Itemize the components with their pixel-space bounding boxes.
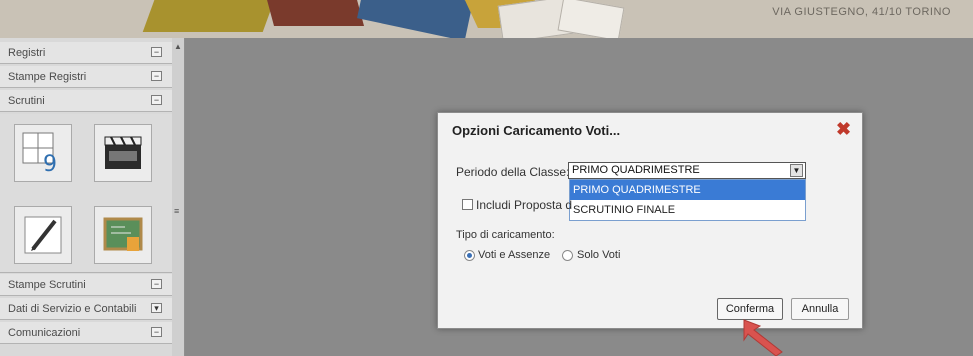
sidebar-item-label: Scrutini [8, 95, 45, 107]
close-icon[interactable]: ✖ [836, 119, 851, 140]
periodo-label: Periodo della Classe: [456, 165, 570, 179]
banner-paper-decoration [557, 0, 625, 38]
dropdown-option-scrutinio-finale[interactable]: SCRUTINIO FINALE [570, 200, 805, 220]
tile-pencil[interactable] [14, 206, 72, 264]
collapse-icon[interactable]: − [151, 327, 162, 337]
sidebar-item-stampe-registri[interactable]: Stampe Registri − [0, 66, 172, 88]
tile-voti[interactable]: 9 [14, 124, 72, 182]
banner-decoration [357, 0, 473, 38]
radio-voti-assenze-label: Voti e Assenze [478, 249, 551, 261]
pencil-icon [24, 216, 62, 254]
sidebar-item-comunicazioni[interactable]: Comunicazioni − [0, 322, 172, 344]
dialog-title: Opzioni Caricamento Voti... [452, 123, 621, 138]
scrutini-panel: 9 [0, 114, 172, 273]
chevron-down-icon[interactable]: ▼ [790, 164, 803, 177]
sidebar-item-dati-servizio[interactable]: Dati di Servizio e Contabili ▾ [0, 298, 172, 320]
school-address: VIA GIUSTEGNO, 41/10 TORINO [772, 6, 951, 18]
sidebar-item-scrutini[interactable]: Scrutini − [0, 90, 172, 112]
collapse-icon[interactable]: − [151, 95, 162, 105]
sidebar-scrollbar[interactable] [172, 38, 185, 356]
load-grades-dialog: Opzioni Caricamento Voti... ✖ Periodo de… [437, 112, 863, 329]
periodo-select[interactable]: PRIMO QUADRIMESTRE ▼ [568, 162, 806, 179]
banner-decoration [142, 0, 278, 32]
grade-number: 9 [43, 152, 57, 175]
dropdown-option-primo-quadrimestre[interactable]: PRIMO QUADRIMESTRE [570, 180, 805, 200]
resize-grip-icon[interactable]: ≡ [174, 206, 179, 216]
sidebar-item-label: Stampe Scrutini [8, 279, 86, 291]
expand-icon[interactable]: ▾ [151, 303, 162, 313]
includi-proposta-label: Includi Proposta d [476, 198, 573, 212]
includi-proposta-checkbox[interactable] [462, 199, 473, 210]
periodo-dropdown-list: PRIMO QUADRIMESTRE SCRUTINIO FINALE [569, 179, 806, 221]
scroll-up-icon[interactable]: ▲ [174, 42, 182, 51]
confirm-button[interactable]: Conferma [717, 298, 783, 320]
header-banner: VIA GIUSTEGNO, 41/10 TORINO [0, 0, 973, 38]
cancel-button[interactable]: Annulla [791, 298, 849, 320]
collapse-icon[interactable]: − [151, 47, 162, 57]
sidebar-item-stampe-scrutini[interactable]: Stampe Scrutini − [0, 274, 172, 296]
grade-grid-icon: 9 [22, 132, 57, 175]
collapse-icon[interactable]: − [151, 71, 162, 81]
tile-clapperboard[interactable] [94, 124, 152, 182]
clapperboard-icon [104, 136, 142, 169]
sidebar-item-label: Comunicazioni [8, 327, 81, 339]
radio-solo-voti-label: Solo Voti [577, 249, 621, 261]
sidebar-item-registri[interactable]: Registri − [0, 42, 172, 64]
pointer-arrow-icon [743, 319, 783, 356]
radio-voti-assenze[interactable] [464, 250, 475, 261]
sidebar-item-label: Dati di Servizio e Contabili [8, 303, 137, 315]
sidebar: Registri − Stampe Registri − Scrutini − … [0, 38, 173, 356]
periodo-selected-value: PRIMO QUADRIMESTRE [572, 164, 700, 176]
radio-solo-voti[interactable] [562, 250, 573, 261]
tipo-caricamento-label: Tipo di caricamento: [456, 229, 555, 241]
banner-decoration [265, 0, 365, 26]
collapse-icon[interactable]: − [151, 279, 162, 289]
sidebar-item-label: Stampe Registri [8, 71, 87, 83]
chalkboard-icon [103, 217, 143, 251]
sidebar-item-label: Registri [8, 47, 46, 59]
tile-chalkboard[interactable] [94, 206, 152, 264]
